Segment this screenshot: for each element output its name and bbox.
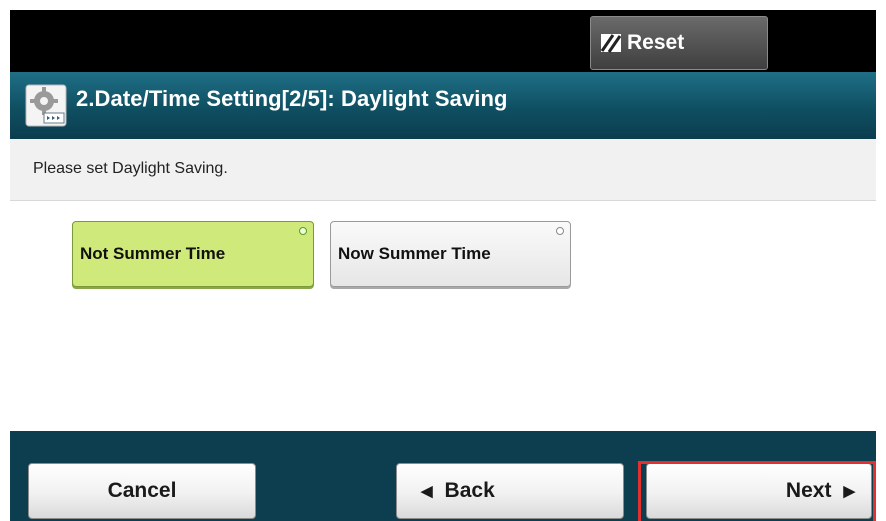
option-label: Now Summer Time bbox=[338, 244, 491, 263]
option-now-summer-time[interactable]: Now Summer Time bbox=[330, 221, 571, 287]
panel-screen: Reset 2.Date/Time Setting[2/5]: Daylight… bbox=[0, 0, 886, 521]
options-area: Not Summer Time Now Summer Time bbox=[10, 201, 876, 431]
reset-label: Reset bbox=[627, 31, 685, 54]
unselected-indicator-icon bbox=[556, 227, 564, 235]
instruction-bar: Please set Daylight Saving. bbox=[10, 139, 876, 201]
selected-indicator-icon bbox=[299, 227, 307, 235]
title-bar: 2.Date/Time Setting[2/5]: Daylight Savin… bbox=[10, 72, 876, 139]
page-title: 2.Date/Time Setting[2/5]: Daylight Savin… bbox=[76, 86, 508, 111]
right-arrow-icon: ▶ bbox=[843, 483, 855, 500]
left-arrow-icon: ◀ bbox=[421, 483, 433, 500]
next-button[interactable]: Next ▶ bbox=[646, 463, 872, 519]
back-button[interactable]: ◀ Back bbox=[396, 463, 624, 519]
cancel-button[interactable]: Cancel bbox=[28, 463, 256, 519]
reset-slash-icon bbox=[599, 31, 625, 55]
option-label: Not Summer Time bbox=[80, 244, 226, 263]
cancel-label: Cancel bbox=[107, 479, 177, 502]
instruction-text: Please set Daylight Saving. bbox=[33, 160, 228, 177]
next-label: Next bbox=[785, 479, 832, 502]
back-label: Back bbox=[444, 479, 495, 502]
settings-gear-icon bbox=[24, 83, 69, 129]
footer-bar: Cancel ◀ Back Next ▶ bbox=[10, 431, 876, 521]
reset-button[interactable]: Reset bbox=[590, 16, 768, 70]
top-bar: Reset bbox=[10, 10, 876, 72]
option-not-summer-time[interactable]: Not Summer Time bbox=[72, 221, 314, 287]
